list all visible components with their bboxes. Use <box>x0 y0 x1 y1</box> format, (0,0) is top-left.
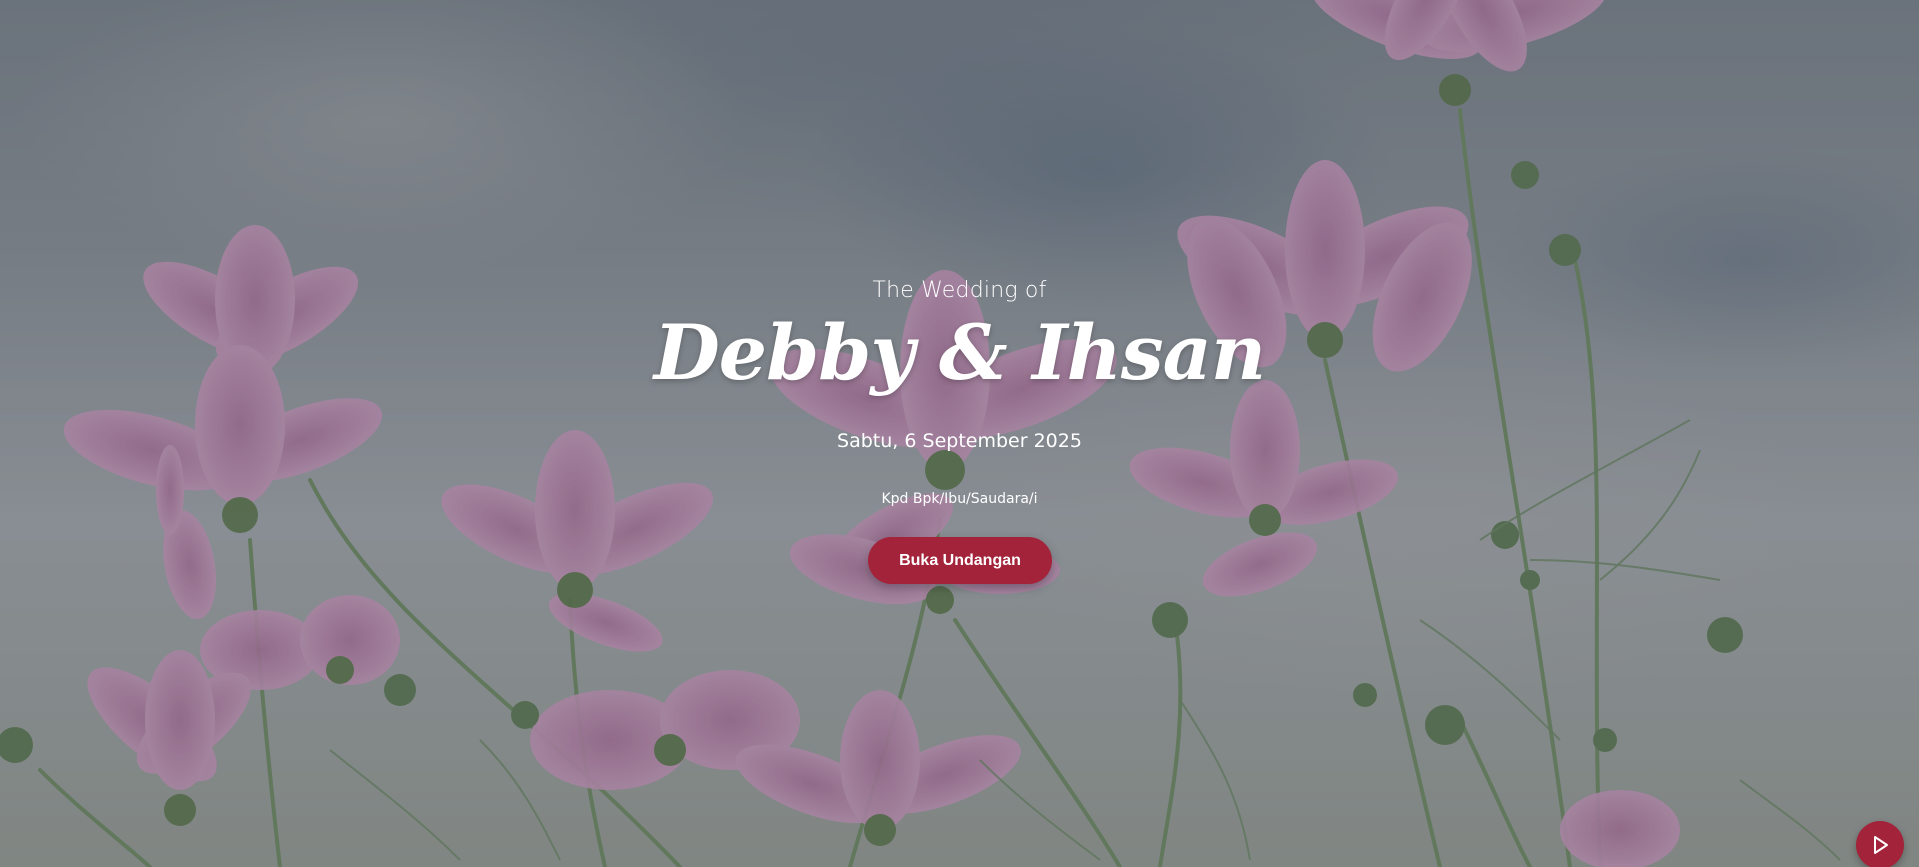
hero-subtitle: The Wedding of <box>872 278 1047 303</box>
invitation-cover: The Wedding of Debby & Ihsan Sabtu, 6 Se… <box>0 0 1919 867</box>
open-invitation-button[interactable]: Buka Undangan <box>868 537 1052 584</box>
play-icon <box>1874 836 1888 854</box>
music-toggle-button[interactable] <box>1856 821 1904 867</box>
hero-content: The Wedding of Debby & Ihsan Sabtu, 6 Se… <box>0 0 1919 867</box>
wedding-date: Sabtu, 6 September 2025 <box>837 430 1082 452</box>
couple-names: Debby & Ihsan <box>653 308 1266 397</box>
guest-salutation: Kpd Bpk/Ibu/Saudara/i <box>881 491 1038 507</box>
